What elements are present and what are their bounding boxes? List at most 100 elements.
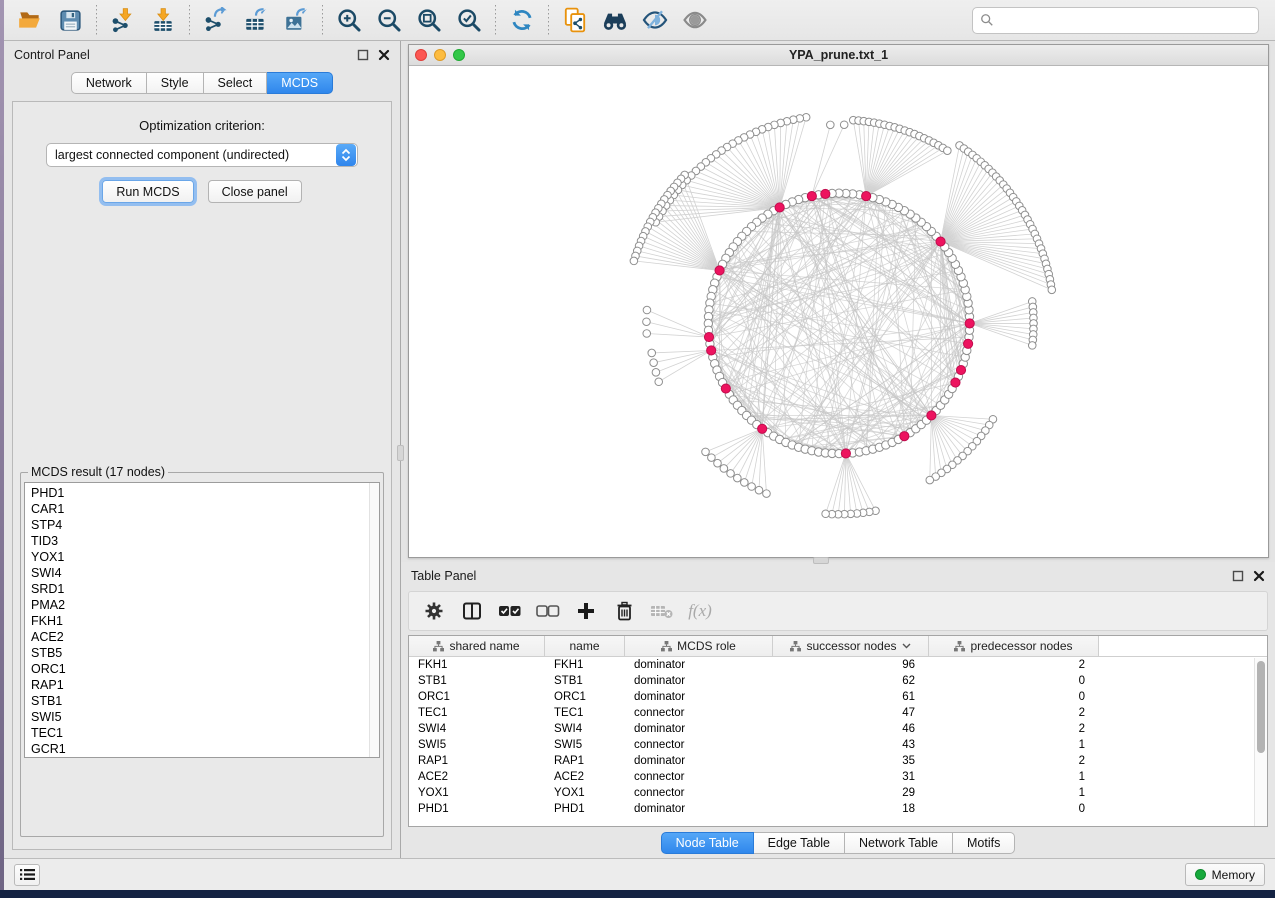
window-minimize-button[interactable]	[434, 49, 446, 61]
save-session-button[interactable]	[50, 4, 90, 36]
mcds-result-item[interactable]: STP4	[25, 517, 379, 533]
memory-button[interactable]: Memory	[1185, 863, 1265, 886]
table-cell-name[interactable]: RAP1	[545, 755, 625, 767]
table-cell-predecessor-nodes[interactable]: 2	[929, 659, 1099, 671]
table-cell-mcds-role[interactable]: connector	[625, 707, 773, 719]
zoom-fit-button[interactable]	[409, 4, 449, 36]
table-row[interactable]: ORC1ORC1dominator610	[409, 689, 1267, 705]
column-header-successor-nodes[interactable]: successor nodes	[773, 636, 929, 656]
table-cell-predecessor-nodes[interactable]: 0	[929, 675, 1099, 687]
table-cell-successor-nodes[interactable]: 62	[773, 675, 929, 687]
float-panel-icon[interactable]	[1232, 570, 1244, 582]
close-panel-button[interactable]: Close panel	[208, 180, 302, 203]
table-cell-name[interactable]: PHD1	[545, 803, 625, 815]
table-cell-name[interactable]: ORC1	[545, 691, 625, 703]
table-row[interactable]: TEC1TEC1connector472	[409, 705, 1267, 721]
tab-mcds[interactable]: MCDS	[267, 72, 333, 94]
table-cell-successor-nodes[interactable]: 46	[773, 723, 929, 735]
first-neighbors-button[interactable]	[595, 4, 635, 36]
table-cell-name[interactable]: SWI5	[545, 739, 625, 751]
table-scrollbar[interactable]	[1254, 658, 1267, 826]
table-cell-name[interactable]: FKH1	[545, 659, 625, 671]
show-all-button[interactable]	[675, 4, 715, 36]
table-cell-name[interactable]: SWI4	[545, 723, 625, 735]
table-cell-shared-name[interactable]: STB1	[409, 675, 545, 687]
tab-network[interactable]: Network	[71, 72, 147, 94]
import-table-button[interactable]	[143, 4, 183, 36]
table-cell-name[interactable]: TEC1	[545, 707, 625, 719]
table-scrollbar-thumb[interactable]	[1257, 661, 1265, 753]
table-cell-shared-name[interactable]: FKH1	[409, 659, 545, 671]
table-row[interactable]: STB1STB1dominator620	[409, 673, 1267, 689]
column-header-mcds-role[interactable]: MCDS role	[625, 636, 773, 656]
close-panel-icon[interactable]	[1253, 570, 1265, 582]
mcds-result-item[interactable]: SRD1	[25, 581, 379, 597]
export-table-button[interactable]	[236, 4, 276, 36]
table-cell-successor-nodes[interactable]: 61	[773, 691, 929, 703]
table-cell-predecessor-nodes[interactable]: 2	[929, 755, 1099, 767]
table-cell-shared-name[interactable]: ORC1	[409, 691, 545, 703]
task-history-button[interactable]	[14, 864, 40, 886]
table-cell-mcds-role[interactable]: dominator	[625, 723, 773, 735]
mcds-result-item[interactable]: ORC1	[25, 661, 379, 677]
table-row[interactable]: ACE2ACE2connector311	[409, 769, 1267, 785]
table-cell-mcds-role[interactable]: dominator	[625, 755, 773, 767]
hide-selected-button[interactable]	[635, 4, 675, 36]
table-cell-mcds-role[interactable]: connector	[625, 771, 773, 783]
create-column-button[interactable]	[569, 596, 603, 626]
tab-style[interactable]: Style	[147, 72, 204, 94]
table-tab-motifs[interactable]: Motifs	[953, 832, 1015, 854]
table-cell-name[interactable]: STB1	[545, 675, 625, 687]
mcds-result-item[interactable]: TID3	[25, 533, 379, 549]
table-cell-shared-name[interactable]: TEC1	[409, 707, 545, 719]
table-settings-button[interactable]	[417, 596, 451, 626]
table-cell-shared-name[interactable]: SWI5	[409, 739, 545, 751]
mcds-result-item[interactable]: TEC1	[25, 725, 379, 741]
window-close-button[interactable]	[415, 49, 427, 61]
mcds-result-item[interactable]: ACE2	[25, 629, 379, 645]
table-tab-edge-table[interactable]: Edge Table	[754, 832, 845, 854]
mcds-result-item[interactable]: PHD1	[25, 485, 379, 501]
import-network-button[interactable]	[103, 4, 143, 36]
mcds-result-item[interactable]: CAR1	[25, 501, 379, 517]
mcds-result-list[interactable]: PHD1CAR1STP4TID3YOX1SWI4SRD1PMA2FKH1ACE2…	[24, 482, 380, 758]
table-cell-mcds-role[interactable]: dominator	[625, 659, 773, 671]
clone-network-button[interactable]	[555, 4, 595, 36]
network-canvas[interactable]	[409, 66, 1268, 557]
table-cell-mcds-role[interactable]: connector	[625, 739, 773, 751]
zoom-out-button[interactable]	[369, 4, 409, 36]
mcds-result-item[interactable]: GCR1	[25, 741, 379, 757]
table-cell-successor-nodes[interactable]: 35	[773, 755, 929, 767]
table-row[interactable]: YOX1YOX1connector291	[409, 785, 1267, 801]
table-cell-successor-nodes[interactable]: 96	[773, 659, 929, 671]
table-cell-shared-name[interactable]: PHD1	[409, 803, 545, 815]
table-cell-name[interactable]: ACE2	[545, 771, 625, 783]
vertical-splitter-grip[interactable]	[397, 445, 404, 461]
table-tab-network-table[interactable]: Network Table	[845, 832, 953, 854]
mcds-result-item[interactable]: SWI4	[25, 565, 379, 581]
deselect-all-rows-button[interactable]	[531, 596, 565, 626]
delete-columns-button[interactable]	[607, 596, 641, 626]
column-header-name[interactable]: name	[545, 636, 625, 656]
mcds-result-item[interactable]: STB5	[25, 645, 379, 661]
table-cell-predecessor-nodes[interactable]: 1	[929, 771, 1099, 783]
mcds-list-scrollbar[interactable]	[369, 483, 379, 757]
mcds-result-item[interactable]: SWI5	[25, 709, 379, 725]
table-tab-node-table[interactable]: Node Table	[661, 832, 754, 854]
mcds-result-item[interactable]: PMA2	[25, 597, 379, 613]
table-cell-successor-nodes[interactable]: 31	[773, 771, 929, 783]
table-cell-predecessor-nodes[interactable]: 1	[929, 787, 1099, 799]
table-cell-shared-name[interactable]: SWI4	[409, 723, 545, 735]
table-cell-shared-name[interactable]: RAP1	[409, 755, 545, 767]
table-cell-mcds-role[interactable]: connector	[625, 787, 773, 799]
search-input[interactable]	[999, 13, 1251, 27]
open-session-button[interactable]	[10, 4, 50, 36]
table-cell-successor-nodes[interactable]: 43	[773, 739, 929, 751]
window-maximize-button[interactable]	[453, 49, 465, 61]
column-header-predecessor-nodes[interactable]: predecessor nodes	[929, 636, 1099, 656]
column-header-shared-name[interactable]: shared name	[409, 636, 545, 656]
mcds-result-item[interactable]: STB1	[25, 693, 379, 709]
table-cell-shared-name[interactable]: ACE2	[409, 771, 545, 783]
float-panel-icon[interactable]	[357, 49, 369, 61]
table-cell-predecessor-nodes[interactable]: 2	[929, 707, 1099, 719]
